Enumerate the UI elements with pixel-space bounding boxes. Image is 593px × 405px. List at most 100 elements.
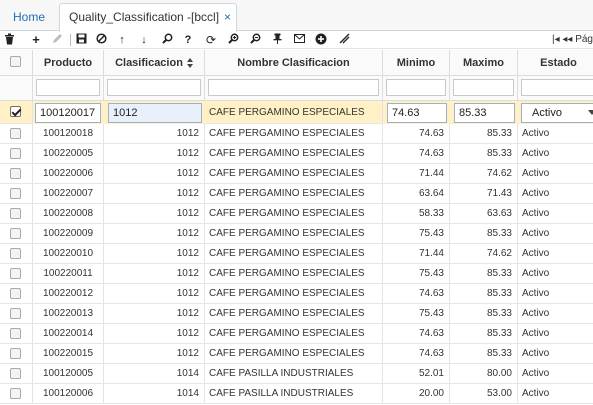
table-row-selected[interactable]: 100120017 1012 CAFE PERGAMINO ESPECIALES… xyxy=(0,101,593,124)
table-row[interactable]: 100220007 1012 CAFE PERGAMINO ESPECIALES 63… xyxy=(0,184,593,204)
help-icon[interactable]: ? xyxy=(181,33,195,47)
row-checkbox[interactable] xyxy=(10,128,21,139)
expand-icon[interactable] xyxy=(337,33,351,47)
row-select-cell xyxy=(0,264,33,284)
filter-estado-input[interactable] xyxy=(521,79,593,96)
minimo-edit-field[interactable]: 74.63 xyxy=(387,103,447,123)
header-maximo[interactable]: Maximo xyxy=(450,50,518,76)
close-icon[interactable]: × xyxy=(224,4,231,31)
maximo-cell: 71.43 xyxy=(450,184,518,204)
producto-cell: 100220008 xyxy=(33,204,104,224)
clasificacion-cell: 1012 xyxy=(104,204,205,224)
table-row[interactable]: 100120005 1014 CAFE PASILLA INDUSTRIALES 52… xyxy=(0,364,593,384)
row-checkbox[interactable] xyxy=(10,188,21,199)
header-estado[interactable]: Estado xyxy=(518,50,593,76)
table-row[interactable]: 100220009 1012 CAFE PERGAMINO ESPECIALES 75… xyxy=(0,224,593,244)
nombre-cell: CAFE PERGAMINO ESPECIALES xyxy=(205,324,383,344)
estado-select[interactable]: Activo xyxy=(521,103,593,123)
table-row[interactable]: 100220011 1012 CAFE PERGAMINO ESPECIALES 75… xyxy=(0,264,593,284)
header-producto[interactable]: Producto xyxy=(33,50,104,76)
nombre-cell: CAFE PASILLA INDUSTRIALES xyxy=(205,364,383,384)
row-checkbox[interactable] xyxy=(10,328,21,339)
table-row[interactable]: 100220014 1012 CAFE PERGAMINO ESPECIALES 74… xyxy=(0,324,593,344)
producto-edit-field[interactable]: 100120017 xyxy=(35,103,101,123)
tab-quality-classification[interactable]: Quality_Classification -[bccl] × xyxy=(59,3,237,32)
cancel-icon[interactable] xyxy=(94,33,108,47)
add-icon[interactable]: + xyxy=(29,33,43,47)
producto-cell: 100120005 xyxy=(33,364,104,384)
row-checkbox[interactable] xyxy=(10,268,21,279)
table-row[interactable]: 100220015 1012 CAFE PERGAMINO ESPECIALES 74… xyxy=(0,344,593,364)
minimo-cell: 75.43 xyxy=(383,304,450,324)
header-minimo[interactable]: Minimo xyxy=(383,50,450,76)
mail-icon[interactable] xyxy=(292,33,306,47)
producto-cell: 100120006 xyxy=(33,384,104,404)
filter-maximo-input[interactable] xyxy=(453,79,514,96)
maximo-edit-field[interactable]: 85.33 xyxy=(454,103,515,123)
edit-icon[interactable] xyxy=(50,33,64,47)
zoom-out-icon[interactable] xyxy=(248,33,262,47)
row-checkbox[interactable] xyxy=(10,168,21,179)
table-row[interactable]: 100120006 1014 CAFE PASILLA INDUSTRIALES 20… xyxy=(0,384,593,404)
nombre-cell: CAFE PERGAMINO ESPECIALES xyxy=(205,244,383,264)
filter-nombre-input[interactable] xyxy=(208,79,379,96)
row-checkbox[interactable] xyxy=(10,106,21,117)
row-checkbox[interactable] xyxy=(10,308,21,319)
filter-clasificacion-input[interactable] xyxy=(107,79,201,96)
row-checkbox[interactable] xyxy=(10,208,21,219)
clasificacion-cell: 1012 xyxy=(104,244,205,264)
save-icon[interactable] xyxy=(74,33,88,47)
toolbar-separator xyxy=(70,34,71,46)
row-select-cell xyxy=(0,344,33,364)
row-checkbox[interactable] xyxy=(10,288,21,299)
row-checkbox[interactable] xyxy=(10,148,21,159)
pin-icon[interactable] xyxy=(270,33,284,47)
table-row[interactable]: 100220013 1012 CAFE PERGAMINO ESPECIALES 75… xyxy=(0,304,593,324)
tab-home[interactable]: Home xyxy=(4,4,54,30)
maximo-cell: 85.33 xyxy=(450,264,518,284)
header-nombre-clasificacion[interactable]: Nombre Clasificacion xyxy=(205,50,383,76)
maximo-cell: 85.33 xyxy=(450,324,518,344)
table-row[interactable]: 100220010 1012 CAFE PERGAMINO ESPECIALES 71… xyxy=(0,244,593,264)
table-row[interactable]: 100220008 1012 CAFE PERGAMINO ESPECIALES 58… xyxy=(0,204,593,224)
select-all-checkbox[interactable] xyxy=(10,56,21,67)
add-circle-icon[interactable] xyxy=(314,33,328,47)
row-checkbox[interactable] xyxy=(10,388,21,399)
filter-nombre-cell xyxy=(205,76,383,101)
filter-producto-input[interactable] xyxy=(36,79,100,96)
producto-cell: 100120018 xyxy=(33,124,104,144)
sort-icon[interactable] xyxy=(186,58,193,69)
pager-controls[interactable]: |◂ ◂◂ Pág xyxy=(552,33,593,47)
nombre-cell: CAFE PERGAMINO ESPECIALES xyxy=(205,124,383,144)
minimo-cell: 74.63 xyxy=(383,344,450,364)
row-checkbox[interactable] xyxy=(10,228,21,239)
header-clasificacion-label: Clasificacion xyxy=(115,57,183,69)
tab-title: Quality_Classification -[bccl] xyxy=(69,10,220,24)
table-row[interactable]: 100220006 1012 CAFE PERGAMINO ESPECIALES 71… xyxy=(0,164,593,184)
table-row[interactable]: 100120018 1012 CAFE PERGAMINO ESPECIALES 74… xyxy=(0,124,593,144)
table-row[interactable]: 100220012 1012 CAFE PERGAMINO ESPECIALES 74… xyxy=(0,284,593,304)
maximo-cell: 85.33 xyxy=(450,304,518,324)
row-select-cell xyxy=(0,224,33,244)
search-icon[interactable] xyxy=(160,33,174,47)
header-clasificacion[interactable]: Clasificacion xyxy=(104,50,205,76)
producto-cell: 100220013 xyxy=(33,304,104,324)
table-row[interactable]: 100220005 1012 CAFE PERGAMINO ESPECIALES 74… xyxy=(0,144,593,164)
filter-minimo-input[interactable] xyxy=(386,79,446,96)
minimo-cell: 20.00 xyxy=(383,384,450,404)
estado-cell: Activo xyxy=(518,144,593,164)
clasificacion-edit-field[interactable]: 1012 xyxy=(108,103,202,123)
filter-spacer xyxy=(0,76,33,101)
zoom-in-icon[interactable] xyxy=(226,33,240,47)
minimo-cell: 74.63 xyxy=(383,144,450,164)
filter-clasificacion-cell xyxy=(104,76,205,101)
row-checkbox[interactable] xyxy=(10,348,21,359)
move-down-icon[interactable]: ↓ xyxy=(137,33,151,47)
row-checkbox[interactable] xyxy=(10,248,21,259)
row-checkbox[interactable] xyxy=(10,368,21,379)
refresh-icon[interactable]: ⟳ xyxy=(204,33,218,47)
delete-icon[interactable] xyxy=(2,33,16,47)
estado-cell: Activo xyxy=(518,324,593,344)
minimo-cell: 74.63 xyxy=(383,124,450,144)
move-up-icon[interactable]: ↑ xyxy=(115,33,129,47)
